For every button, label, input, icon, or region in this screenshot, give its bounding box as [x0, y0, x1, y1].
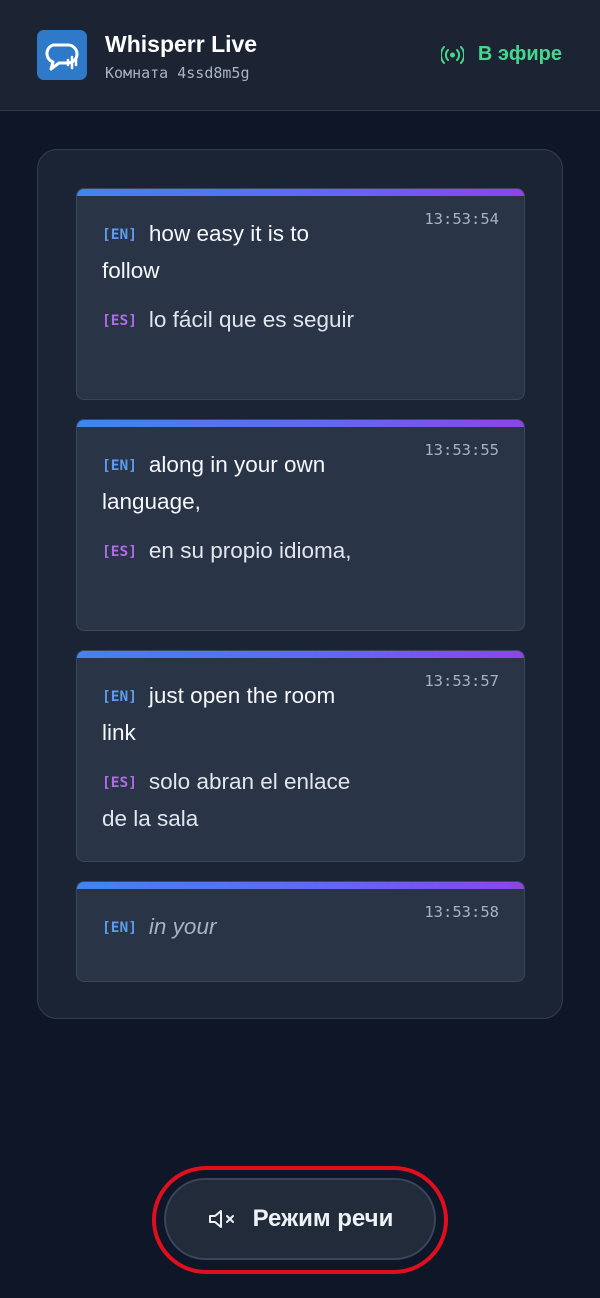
entry-timestamp: 13:53:57 — [424, 672, 499, 690]
english-line: [EN] along in your own language, — [102, 447, 372, 520]
pending-english-text: in your — [148, 914, 217, 939]
app-header: Whisperr Live Комната 4ssd8m5g В эфире — [0, 0, 600, 111]
spanish-tag: [ES] — [102, 775, 137, 791]
english-text: just open the room link — [102, 683, 336, 745]
english-line: [EN] in your — [102, 909, 372, 946]
spanish-text: lo fácil que es seguir — [148, 307, 355, 332]
english-tag: [EN] — [102, 458, 137, 474]
spanish-text: solo abran el enlace de la sala — [102, 769, 351, 831]
transcript-panel[interactable]: 13:53:54 [EN] how easy it is to follow [E… — [37, 149, 563, 1019]
spanish-line: [ES] en su propio idioma, — [102, 533, 372, 570]
english-line: [EN] just open the room link — [102, 678, 372, 751]
live-status: В эфире — [440, 43, 562, 66]
transcript-entry: 13:53:57 [EN] just open the room link [ES… — [76, 650, 525, 862]
entry-timestamp: 13:53:55 — [424, 441, 499, 459]
spanish-tag: [ES] — [102, 544, 137, 560]
spanish-tag: [ES] — [102, 313, 137, 329]
transcript-entry: 13:53:55 [EN] along in your own language,… — [76, 419, 525, 631]
pending-transcript-entry: 13:53:58 [EN] in your — [76, 881, 525, 982]
spanish-line: [ES] lo fácil que es seguir — [102, 302, 372, 339]
speech-mode-button[interactable]: Режим речи — [164, 1178, 436, 1260]
live-transcription-app: Whisperr Live Комната 4ssd8m5g В эфире 1… — [0, 0, 600, 1298]
chat-audio-logo-icon — [37, 30, 87, 80]
english-tag: [EN] — [102, 689, 137, 705]
english-line: [EN] how easy it is to follow — [102, 216, 372, 289]
room-label: Комната 4ssd8m5g — [105, 64, 250, 82]
app-title: Whisperr Live — [105, 31, 258, 57]
broadcast-icon — [440, 45, 464, 64]
live-status-label: В эфире — [477, 43, 562, 65]
speech-mode-label: Режим речи — [252, 1205, 394, 1232]
entry-timestamp: 13:53:54 — [424, 210, 499, 228]
speaker-muted-icon — [208, 1210, 234, 1228]
spanish-text: en su propio idioma, — [148, 538, 352, 563]
english-tag: [EN] — [102, 227, 137, 243]
transcript-entry: 13:53:54 [EN] how easy it is to follow [E… — [76, 188, 525, 400]
spanish-line: [ES] solo abran el enlace de la sala — [102, 764, 372, 837]
entry-timestamp: 13:53:58 — [424, 903, 499, 921]
english-tag: [EN] — [102, 920, 137, 936]
